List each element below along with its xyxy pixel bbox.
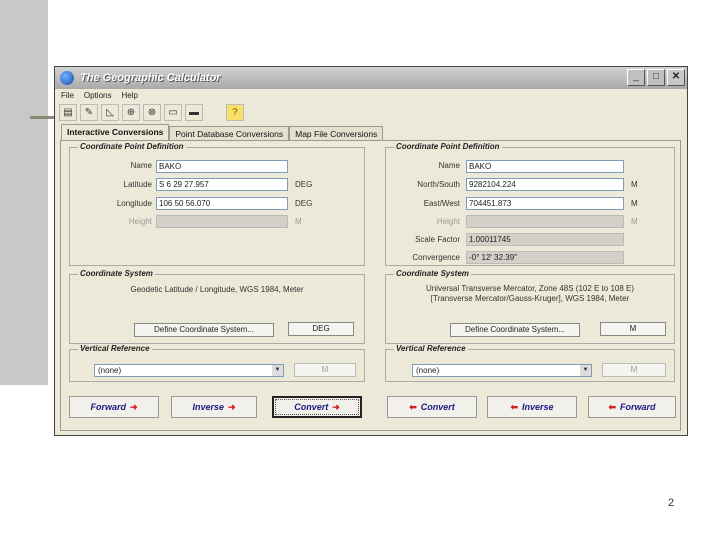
- left-inverse-button[interactable]: Inverse ➜: [171, 396, 257, 418]
- app-window: The Geographic Calculator _ □ ✕ File Opt…: [54, 66, 688, 436]
- left-forward-label: Forward: [90, 402, 126, 412]
- right-inverse-button[interactable]: ⬅ Inverse: [487, 396, 577, 418]
- left-point-group-label: Coordinate Point Definition: [78, 142, 186, 151]
- left-vertical-group-label: Vertical Reference: [78, 344, 152, 353]
- right-north-label: North/South: [417, 180, 460, 189]
- right-east-unit: M: [631, 199, 638, 208]
- maximize-button[interactable]: □: [647, 69, 665, 86]
- right-name-field[interactable]: BAKO: [466, 160, 624, 173]
- menu-file[interactable]: File: [61, 91, 74, 100]
- right-north-field[interactable]: 9282104.224: [466, 178, 624, 191]
- arrow-right-icon: ➜: [129, 401, 138, 412]
- right-vertical-group-label: Vertical Reference: [394, 344, 468, 353]
- minimize-button[interactable]: _: [627, 69, 645, 86]
- arrow-left-icon: ⬅: [409, 401, 417, 412]
- right-vertical-unit-button: M: [602, 363, 666, 377]
- right-system-group: Coordinate System Universal Transverse M…: [385, 269, 675, 344]
- slide-side-band: [0, 0, 48, 385]
- right-height-unit: M: [631, 217, 638, 226]
- right-scale-label: Scale Factor: [415, 235, 460, 244]
- tab-strip: Interactive Conversions Point Database C…: [61, 124, 384, 141]
- left-vertical-select[interactable]: (none) ▼: [94, 364, 284, 377]
- folder-icon[interactable]: ▬: [185, 104, 203, 121]
- left-system-group-label: Coordinate System: [78, 269, 155, 278]
- tab-map-file-conversions[interactable]: Map File Conversions: [289, 126, 384, 141]
- globe-grid-icon[interactable]: ⊗: [143, 104, 161, 121]
- right-define-system-button[interactable]: Define Coordinate System...: [450, 323, 580, 337]
- menu-help[interactable]: Help: [121, 91, 137, 100]
- arrow-left-icon: ⬅: [608, 401, 617, 412]
- pencil-icon[interactable]: ✎: [80, 104, 98, 121]
- left-height-field: [156, 215, 288, 228]
- arrow-right-icon: ➜: [227, 401, 236, 412]
- left-name-label: Name: [130, 161, 152, 170]
- globe-app-icon: [60, 71, 74, 85]
- left-unit-button[interactable]: DEG: [288, 322, 354, 336]
- menu-options[interactable]: Options: [84, 91, 112, 100]
- right-forward-label: Forward: [620, 402, 656, 412]
- toolbar: ▤ ✎ ◺ ⊕ ⊗ ▭ ▬ ?: [59, 104, 244, 122]
- left-vertical-unit-button: M: [294, 363, 356, 377]
- right-forward-button[interactable]: ⬅ Forward: [588, 396, 676, 418]
- left-longitude-unit: DEG: [295, 199, 313, 208]
- left-convert-button[interactable]: Convert ➜: [272, 396, 362, 418]
- open-icon[interactable]: ▤: [59, 104, 77, 121]
- right-convergence-field: -0° 12' 32.39": [466, 251, 624, 264]
- right-system-group-label: Coordinate System: [394, 269, 471, 278]
- left-convert-label: Convert: [294, 402, 329, 412]
- left-name-field[interactable]: BAKO: [156, 160, 288, 173]
- right-name-label: Name: [438, 161, 460, 170]
- menu-bar: File Options Help: [55, 89, 687, 102]
- right-inverse-label: Inverse: [522, 402, 554, 412]
- right-height-label: Height: [436, 217, 460, 226]
- right-point-group: Coordinate Point Definition Name BAKO No…: [385, 142, 675, 266]
- help-icon[interactable]: ?: [226, 104, 244, 121]
- left-height-unit: M: [295, 217, 302, 226]
- right-convert-label: Convert: [420, 402, 455, 412]
- left-latitude-unit: DEG: [295, 180, 313, 189]
- left-height-label: Height: [128, 217, 152, 226]
- globe-icon[interactable]: ⊕: [122, 104, 140, 121]
- tab-point-database-conversions[interactable]: Point Database Conversions: [169, 126, 290, 141]
- close-button[interactable]: ✕: [667, 69, 685, 86]
- left-point-group: Coordinate Point Definition Name BAKO La…: [69, 142, 365, 266]
- arrow-right-icon: ➜: [332, 401, 340, 412]
- tab-interactive-conversions[interactable]: Interactive Conversions: [61, 124, 170, 141]
- right-vertical-value: (none): [416, 366, 440, 375]
- right-point-group-label: Coordinate Point Definition: [394, 142, 502, 151]
- left-system-description: Geodetic Latitude / Longitude, WGS 1984,…: [130, 285, 304, 294]
- left-longitude-field[interactable]: 106 50 56.070: [156, 197, 288, 210]
- left-longitude-label: Longitude: [116, 199, 152, 208]
- right-north-unit: M: [631, 180, 638, 189]
- right-vertical-group: Vertical Reference (none) ▼ M: [385, 344, 675, 382]
- monitor-icon[interactable]: ▭: [164, 104, 182, 121]
- left-forward-button[interactable]: Forward ➜: [69, 396, 159, 418]
- left-inverse-label: Inverse: [192, 402, 224, 412]
- left-define-system-button[interactable]: Define Coordinate System...: [134, 323, 274, 337]
- dropdown-arrow-icon: ▼: [580, 365, 591, 376]
- slide-number: 2: [668, 497, 675, 509]
- triangle-ruler-icon[interactable]: ◺: [101, 104, 119, 121]
- right-convergence-label: Convergence: [412, 253, 460, 262]
- left-latitude-field[interactable]: S 6 29 27.957: [156, 178, 288, 191]
- arrow-left-icon: ⬅: [510, 401, 518, 412]
- right-vertical-select[interactable]: (none) ▼: [412, 364, 592, 377]
- left-latitude-label: Latitude: [123, 180, 152, 189]
- left-vertical-group: Vertical Reference (none) ▼ M: [69, 344, 365, 382]
- right-scale-field: 1.00011745: [466, 233, 624, 246]
- interactive-panel: Coordinate Point Definition Name BAKO La…: [60, 140, 681, 431]
- right-system-description-1: Universal Transverse Mercator, Zone 48S …: [425, 284, 635, 293]
- window-title: The Geographic Calculator: [80, 72, 221, 84]
- slide-accent-line: [30, 116, 55, 119]
- right-convert-button[interactable]: ⬅ Convert: [387, 396, 477, 418]
- right-unit-button[interactable]: M: [600, 322, 666, 336]
- right-east-label: East/West: [423, 199, 460, 208]
- right-east-field[interactable]: 704451.873: [466, 197, 624, 210]
- right-system-description-2: [Transverse Mercator/Gauss-Kruger], WGS …: [430, 294, 630, 303]
- left-vertical-value: (none): [98, 366, 122, 375]
- dropdown-arrow-icon: ▼: [272, 365, 283, 376]
- right-height-field: [466, 215, 624, 228]
- title-bar[interactable]: The Geographic Calculator _ □ ✕: [55, 67, 687, 89]
- left-system-group: Coordinate System Geodetic Latitude / Lo…: [69, 269, 365, 344]
